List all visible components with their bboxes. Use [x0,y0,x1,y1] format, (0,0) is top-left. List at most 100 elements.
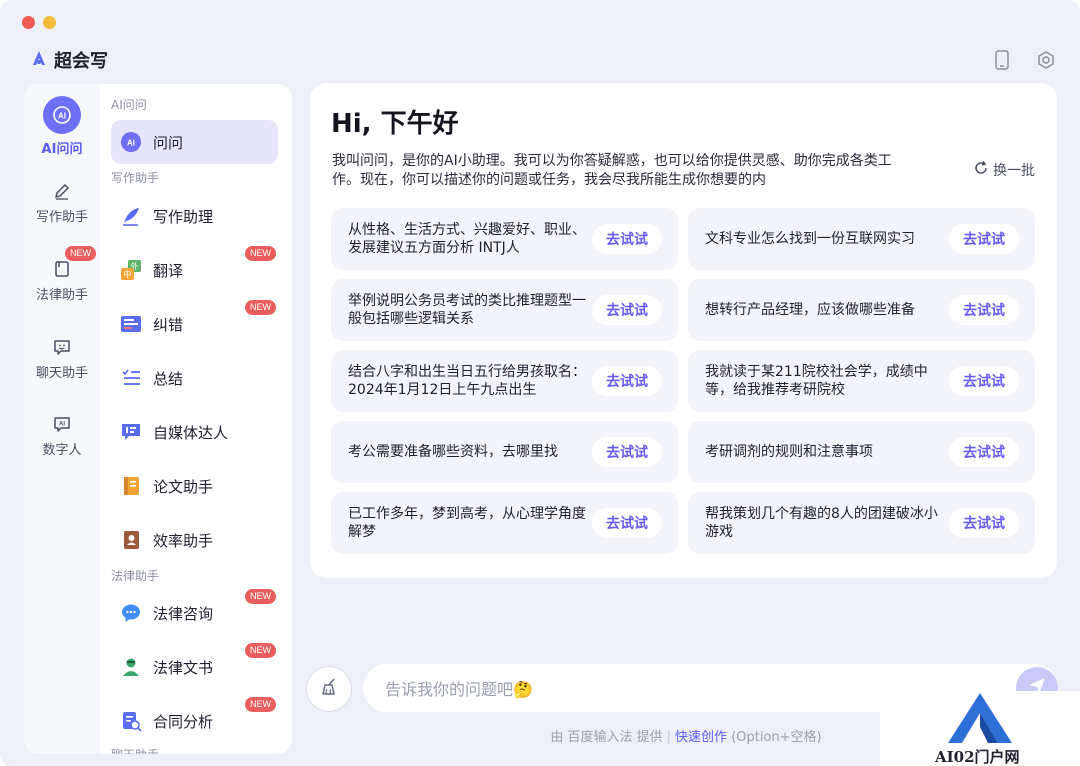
nav-item-law-document[interactable]: 法律文书 NEW [111,643,278,689]
correction-icon [119,312,143,336]
close-window-button[interactable] [22,16,35,29]
try-button[interactable]: 去试试 [949,366,1019,396]
nav-item-efficiency[interactable]: 效率助手 [111,518,278,562]
rail-item-ai-ask[interactable]: AI AI问问 [24,96,100,157]
rail-item-writing[interactable]: 写作助手 [24,180,100,225]
svg-text:AI: AI [59,422,65,428]
try-button[interactable]: 去试试 [949,508,1019,538]
suggestion-text: 已工作多年，梦到高考，从心理学角度解梦 [348,506,586,540]
suggestion-card[interactable]: 从性格、生活方式、兴趣爱好、职业、发展建议五方面分析 INTJ人 去试试 [331,208,678,270]
lawyer-icon [119,655,143,679]
phone-icon[interactable] [992,50,1012,70]
new-badge: NEW [245,697,276,712]
nav-label: 问问 [153,133,184,152]
nav-item-media-expert[interactable]: 自媒体达人 [111,410,278,454]
nav-item-writing-assistant[interactable]: 写作助理 [111,194,278,238]
nav-item-correction[interactable]: 纠错 NEW [111,300,278,346]
new-badge: NEW [245,643,276,658]
suggestion-card[interactable]: 我就读于某211院校社会学，成绩中等，给我推荐考研院校 去试试 [688,350,1035,412]
section-label: 聊天助手 [111,746,159,754]
suggestion-text: 文科专业怎么找到一份互联网实习 [705,231,915,247]
ai-bubble-icon: AI [51,413,73,435]
new-badge: NEW [65,246,96,261]
translate-icon: 外中 [119,258,143,282]
try-button[interactable]: 去试试 [592,508,662,538]
main-panel: Hi, 下午好 我叫问问，是你的AI小助理。我可以为你答疑解惑，也可以给你提供灵… [310,83,1057,578]
footer-divider: | [666,730,672,745]
quick-create-link[interactable]: 快速创作 [675,730,727,745]
suggestion-text: 举例说明公务员考试的类比推理题型一般包括哪些逻辑关系 [348,293,586,327]
contract-search-icon [119,709,143,733]
top-toolbar [992,50,1056,70]
rail-label: 法律助手 [35,288,88,303]
input-placeholder: 告诉我你的问题吧🤔 [385,680,533,699]
svg-text:AI: AI [127,139,135,148]
new-badge: NEW [245,246,276,261]
nav-item-translate[interactable]: 外中 翻译 NEW [111,246,278,292]
nav-label: 自媒体达人 [153,423,229,442]
suggestion-card[interactable]: 想转行产品经理，应该做哪些准备 去试试 [688,279,1035,341]
ai-chat-icon: AI [43,96,81,134]
broom-icon [319,677,339,701]
svg-text:AI: AI [58,112,66,121]
rail-item-chat[interactable]: 聊天助手 [24,336,100,381]
suggestion-card[interactable]: 考研调剂的规则和注意事项 去试试 [688,421,1035,483]
book-icon [51,258,73,280]
suggestion-text: 考研调剂的规则和注意事项 [705,444,873,460]
suggestion-text: 从性格、生活方式、兴趣爱好、职业、发展建议五方面分析 INTJ人 [348,222,586,256]
rail-label: 写作助手 [35,210,88,225]
nav-label: 论文助手 [153,477,214,496]
suggestion-card[interactable]: 举例说明公务员考试的类比推理题型一般包括哪些逻辑关系 去试试 [331,279,678,341]
new-badge: NEW [245,589,276,604]
nav-item-contract-analysis[interactable]: 合同分析 NEW [111,697,278,743]
suggestion-card[interactable]: 文科专业怎么找到一份互联网实习 去试试 [688,208,1035,270]
refresh-icon [973,160,989,180]
watermark: AI02门户网 [880,691,1080,766]
nav-item-summary[interactable]: 总结 [111,356,278,400]
app-title: 超会写 [54,51,108,72]
suggestion-card[interactable]: 已工作多年，梦到高考，从心理学角度解梦 去试试 [331,492,678,554]
chat-bubble-icon [119,601,143,625]
rail-label: 聊天助手 [35,366,88,381]
nav-label: 法律咨询 [153,604,214,623]
nav-item-ask[interactable]: AI 问问 [111,120,278,164]
suggestion-text: 结合八字和出生当日五行给男孩取名：2024年1月12日上午九点出生 [348,364,586,398]
try-button[interactable]: 去试试 [592,295,662,325]
pen-icon [51,180,73,202]
ai-ask-icon: AI [119,130,143,154]
rail-item-digital-human[interactable]: AI 数字人 [24,413,100,458]
quill-icon [119,204,143,228]
footer-provider: 由 百度输入法 提供 [550,730,663,745]
clear-context-button[interactable] [306,666,352,712]
greeting-title: Hi, 下午好 [331,109,459,139]
nav-item-thesis[interactable]: 论文助手 [111,464,278,508]
rail-label: AI问问 [41,142,83,157]
suggestion-text: 帮我策划几个有趣的8人的团建破冰小游戏 [705,506,938,540]
rail-item-law[interactable]: 法律助手 NEW [24,246,100,303]
footer-shortcut: (Option+空格) [731,730,822,745]
try-button[interactable]: 去试试 [592,437,662,467]
suggestion-card[interactable]: 考公需要准备哪些资料，去哪里找 去试试 [331,421,678,483]
section-label: AI问问 [111,98,147,112]
suggestion-card[interactable]: 帮我策划几个有趣的8人的团建破冰小游戏 去试试 [688,492,1035,554]
new-badge: NEW [245,300,276,315]
suggestion-text: 我就读于某211院校社会学，成绩中等，给我推荐考研院校 [705,364,928,398]
try-button[interactable]: 去试试 [949,295,1019,325]
notebook-icon [119,474,143,498]
try-button[interactable]: 去试试 [592,224,662,254]
try-button[interactable]: 去试试 [949,224,1019,254]
refresh-button[interactable]: 换一批 [973,160,1035,180]
primary-rail: AI AI问问 写作助手 法律助手 NEW 聊天助手 AI 数字人 [24,84,100,754]
suggestion-card[interactable]: 结合八字和出生当日五行给男孩取名：2024年1月12日上午九点出生 去试试 [331,350,678,412]
suggestion-text: 考公需要准备哪些资料，去哪里找 [348,444,558,460]
nav-item-law-consult[interactable]: 法律咨询 NEW [111,589,278,635]
watermark-logo-icon [940,691,1020,749]
try-button[interactable]: 去试试 [592,366,662,396]
nav-label: 翻译 [153,261,184,280]
settings-icon[interactable] [1036,50,1056,70]
rail-label: 数字人 [42,443,82,458]
try-button[interactable]: 去试试 [949,437,1019,467]
minimize-window-button[interactable] [43,16,56,29]
suggestion-text: 想转行产品经理，应该做哪些准备 [705,302,915,318]
secondary-nav: AI问问 AI 问问 写作助手 写作助理 外中 翻译 NEW 纠错 NEW 总结… [100,84,292,754]
